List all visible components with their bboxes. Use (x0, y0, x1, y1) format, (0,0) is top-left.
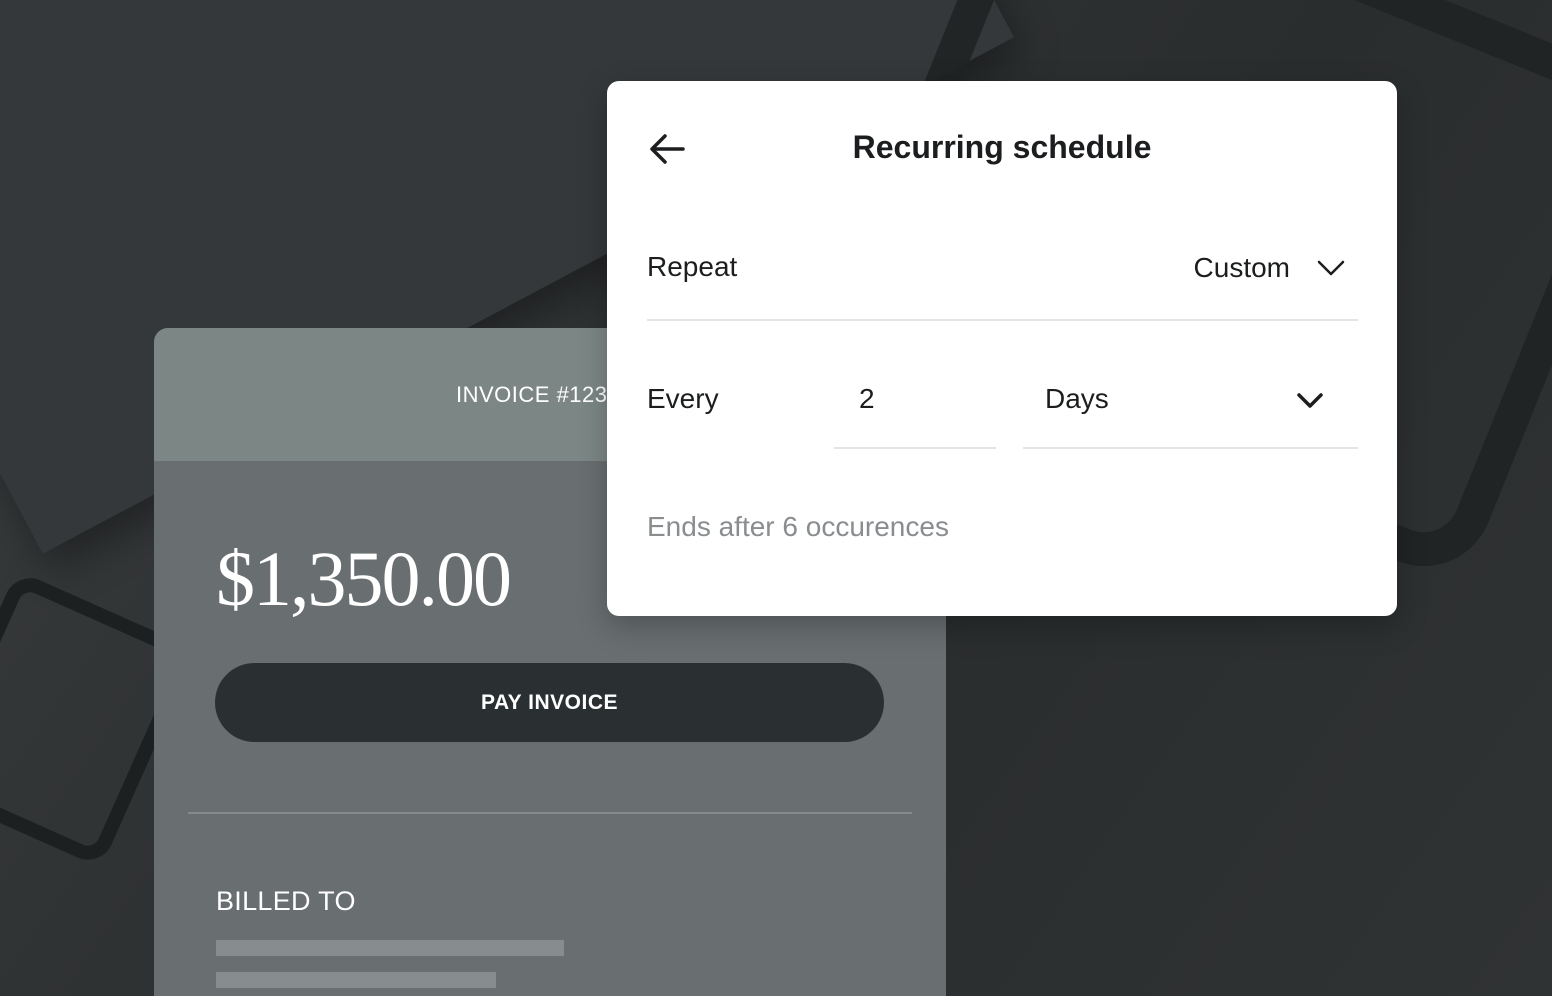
chevron-down-icon (1317, 260, 1345, 276)
invoice-number: INVOICE #1234 (456, 381, 621, 407)
interval-count-value: 2 (859, 383, 875, 414)
billed-to-label: BILLED TO (216, 886, 356, 916)
every-label: Every (647, 383, 719, 414)
invoice-amount: $1,350.00 (216, 535, 512, 622)
invoice-divider (188, 812, 912, 814)
interval-unit-select[interactable]: Days (1023, 365, 1358, 449)
interval-count-input[interactable]: 2 (834, 365, 996, 449)
ends-after-text: Ends after 6 occurences (647, 511, 949, 542)
repeat-row: Repeat Custom (647, 231, 1358, 321)
repeat-value: Custom (1193, 252, 1290, 283)
interval-unit-value: Days (1045, 383, 1109, 414)
modal-title: Recurring schedule (852, 129, 1152, 165)
pay-invoice-button[interactable]: PAY INVOICE (215, 663, 884, 742)
chevron-down-icon (1297, 393, 1323, 408)
billed-to-placeholder-line (216, 972, 496, 988)
scene: INVOICE #1234 $1,350.00 PAY INVOICE BILL… (0, 0, 1552, 996)
repeat-label: Repeat (647, 251, 738, 282)
repeat-select[interactable]: Custom (1194, 243, 1358, 293)
billed-to-placeholder-line (216, 940, 564, 956)
recurring-schedule-modal: Recurring schedule Repeat Custom Every 2… (607, 81, 1397, 616)
